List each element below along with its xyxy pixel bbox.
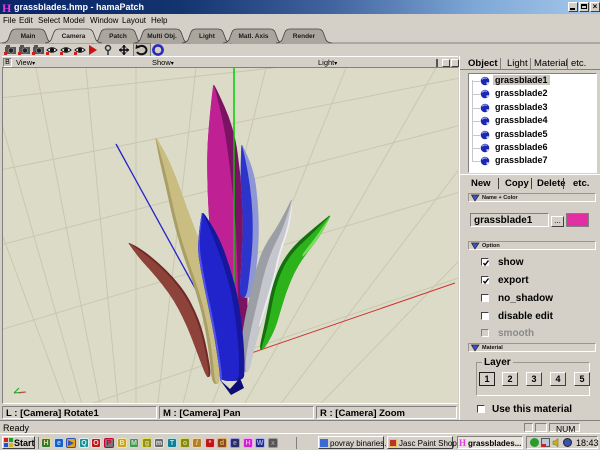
svg-text:Light: Light [199, 33, 216, 40]
svg-text:Main: Main [21, 33, 36, 40]
svg-text:Patch: Patch [109, 33, 127, 40]
svg-text:Camera: Camera [62, 33, 86, 40]
svg-text:Matl. Axis: Matl. Axis [238, 33, 268, 40]
svg-text:Render: Render [293, 33, 316, 40]
svg-text:Multi Obj.: Multi Obj. [147, 33, 177, 40]
